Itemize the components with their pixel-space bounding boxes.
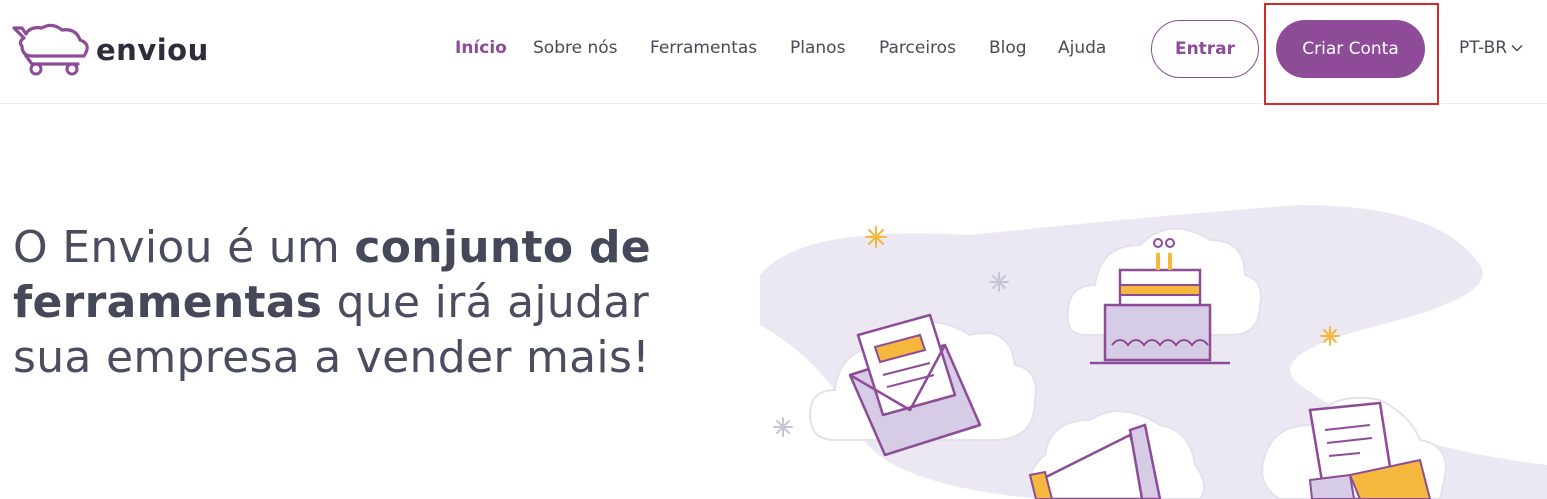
hero-headline: O Enviou é um conjunto de ferramentas qu… xyxy=(13,220,653,385)
site-header: enviou Início Sobre nós Ferramentas Plan… xyxy=(0,0,1547,105)
hero-line1-bold: conjunto de xyxy=(354,222,651,273)
hero-illustration xyxy=(760,205,1547,499)
nav-item-inicio[interactable]: Início xyxy=(455,38,507,58)
hero-line3: sua empresa a vender mais! xyxy=(13,332,651,383)
nav-item-blog[interactable]: Blog xyxy=(989,38,1027,58)
nav-item-sobre-nos[interactable]: Sobre nós xyxy=(533,38,618,58)
language-selector[interactable]: PT-BR xyxy=(1459,38,1523,58)
nav-item-parceiros[interactable]: Parceiros xyxy=(879,38,956,58)
nav-item-planos[interactable]: Planos xyxy=(790,38,845,58)
hero-line2-bold: ferramentas xyxy=(13,277,323,328)
chevron-down-icon xyxy=(1511,44,1523,52)
language-label: PT-BR xyxy=(1459,38,1508,58)
login-button[interactable]: Entrar xyxy=(1151,20,1259,78)
hero-line2-suffix: que irá ajudar xyxy=(322,277,649,328)
nav-item-ferramentas[interactable]: Ferramentas xyxy=(650,38,757,58)
nav-item-ajuda[interactable]: Ajuda xyxy=(1058,38,1106,58)
hero-line1-prefix: O Enviou é um xyxy=(13,222,355,273)
signup-button[interactable]: Criar Conta xyxy=(1276,20,1425,78)
